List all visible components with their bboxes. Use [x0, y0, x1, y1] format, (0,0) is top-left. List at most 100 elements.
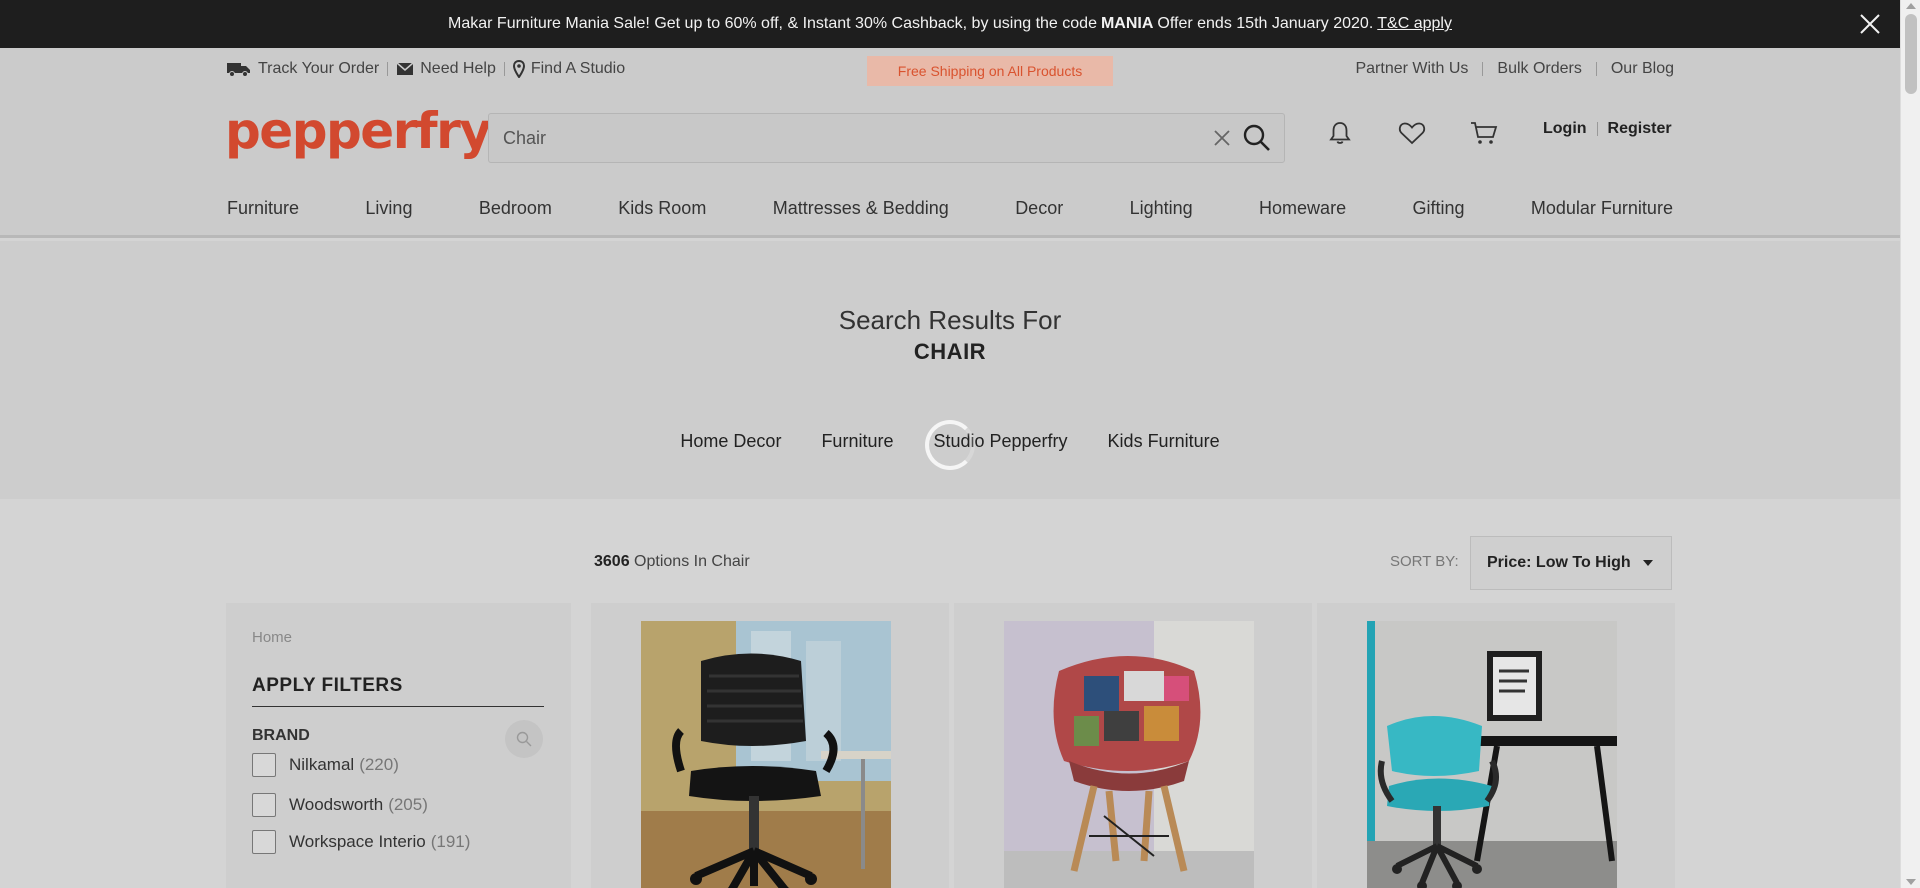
header-icons: [1325, 118, 1541, 148]
sort-value: Price: Low To High: [1487, 554, 1631, 571]
nav-gifting[interactable]: Gifting: [1412, 198, 1464, 219]
product-listing: 3606 Options In Chair SORT BY: Price: Lo…: [0, 499, 1900, 888]
caret-down-icon: [1642, 560, 1653, 566]
loading-spinner-icon: [925, 420, 975, 470]
wishlist-button[interactable]: [1397, 118, 1427, 148]
promo-offer-end: Offer ends 15th January 2020.: [1157, 15, 1374, 32]
subcategory-furniture[interactable]: Furniture: [821, 431, 893, 452]
filter-option[interactable]: Workspace Interio (191): [252, 830, 470, 854]
results-count-label: Options In Chair: [634, 553, 750, 570]
nav-modular-furniture[interactable]: Modular Furniture: [1531, 198, 1673, 219]
filters-title: APPLY FILTERS: [252, 675, 403, 696]
separator: [1596, 122, 1598, 136]
cart-button[interactable]: [1469, 118, 1499, 148]
separator: [387, 62, 389, 76]
nav-kids-room[interactable]: Kids Room: [618, 198, 706, 219]
promo-code: MANIA: [1100, 15, 1154, 32]
filter-option-name: Woodsworth: [289, 795, 384, 814]
nav-furniture[interactable]: Furniture: [227, 198, 299, 219]
results-count: 3606 Options In Chair: [594, 553, 750, 571]
category-nav: Furniture Living Bedroom Kids Room Mattr…: [227, 198, 1673, 219]
separator: [1482, 62, 1484, 76]
tc-apply-link[interactable]: T&C apply: [1377, 15, 1452, 33]
promo-text: Makar Furniture Mania Sale! Get up to 60…: [448, 15, 1097, 32]
search-bar: [488, 113, 1285, 163]
scroll-up-icon[interactable]: [1906, 3, 1916, 9]
teal-office-chair-image: [1367, 621, 1617, 888]
checkbox[interactable]: [252, 753, 276, 777]
utility-links: Track Your Order Need Help Find A Studio: [226, 60, 625, 78]
product-image[interactable]: [1004, 621, 1254, 888]
need-help-label: Need Help: [420, 60, 496, 77]
mail-icon: [396, 62, 414, 75]
partner-link[interactable]: Partner With Us: [1355, 60, 1468, 78]
filter-option-count: (205): [388, 795, 428, 814]
find-studio-label: Find A Studio: [530, 60, 626, 77]
find-studio-link[interactable]: Find A Studio: [512, 60, 626, 78]
location-pin-icon: [512, 60, 525, 78]
product-card[interactable]: [1317, 603, 1675, 888]
filter-option-count: (191): [430, 832, 471, 851]
scrollbar-thumb[interactable]: [1905, 14, 1917, 94]
results-heading: Search Results For: [838, 305, 1062, 335]
free-shipping-badge[interactable]: Free Shipping on All Products: [867, 56, 1113, 86]
filter-panel: Home APPLY FILTERS BRAND Nilkamal (220) …: [226, 603, 571, 888]
filter-option[interactable]: Nilkamal (220): [252, 753, 399, 777]
results-count-number: 3606: [594, 553, 630, 570]
brand-filter-label: BRAND: [252, 727, 310, 744]
site-header: Track Your Order Need Help Find A Studio…: [0, 48, 1900, 238]
clear-icon[interactable]: [1210, 126, 1234, 150]
track-order-link[interactable]: Track Your Order: [226, 60, 379, 78]
bulk-orders-link[interactable]: Bulk Orders: [1497, 60, 1581, 78]
nav-bedroom[interactable]: Bedroom: [479, 198, 552, 219]
notifications-button[interactable]: [1325, 118, 1355, 148]
black-office-chair-image: [641, 621, 891, 888]
nav-living[interactable]: Living: [365, 198, 412, 219]
truck-icon: [227, 63, 250, 77]
search-icon: [516, 731, 532, 747]
promo-banner: Makar Furniture Mania Sale! Get up to 60…: [0, 0, 1900, 48]
page-scrollbar[interactable]: [1900, 0, 1920, 888]
checkbox[interactable]: [252, 830, 276, 854]
site-logo[interactable]: pepperfry: [225, 106, 492, 156]
auth-links: Login Register: [1543, 120, 1672, 138]
sort-label: SORT BY:: [1390, 553, 1459, 570]
nav-mattresses-bedding[interactable]: Mattresses & Bedding: [773, 198, 949, 219]
product-image[interactable]: [1367, 621, 1617, 888]
scroll-down-icon[interactable]: [1906, 879, 1916, 885]
filter-option[interactable]: Woodsworth (205): [252, 793, 428, 817]
nav-decor[interactable]: Decor: [1015, 198, 1063, 219]
need-help-link[interactable]: Need Help: [396, 60, 496, 78]
search-results-header: Search Results For CHAIR Home Decor Furn…: [0, 241, 1900, 499]
track-order-label: Track Your Order: [258, 60, 380, 77]
heart-icon: [1398, 122, 1426, 145]
subcategory-home-decor[interactable]: Home Decor: [680, 431, 781, 452]
results-term: CHAIR: [913, 339, 987, 364]
product-card[interactable]: [591, 603, 949, 888]
divider: [252, 706, 544, 707]
search-input[interactable]: [489, 114, 1210, 162]
checkbox[interactable]: [252, 793, 276, 817]
patchwork-chair-image: [1004, 621, 1254, 888]
separator: [503, 62, 505, 76]
filter-option-name: Nilkamal: [289, 755, 355, 774]
cart-icon: [1471, 122, 1498, 144]
sort-dropdown[interactable]: Price: Low To High: [1470, 536, 1672, 590]
login-link[interactable]: Login: [1543, 120, 1587, 138]
product-image[interactable]: [641, 621, 891, 888]
filter-option-name: Workspace Interio: [289, 832, 426, 851]
nav-homeware[interactable]: Homeware: [1259, 198, 1346, 219]
right-utility-links: Partner With Us Bulk Orders Our Blog: [1355, 60, 1674, 78]
subcategory-kids-furniture[interactable]: Kids Furniture: [1108, 431, 1220, 452]
register-link[interactable]: Register: [1608, 120, 1672, 138]
nav-lighting[interactable]: Lighting: [1130, 198, 1193, 219]
close-icon[interactable]: [1858, 12, 1882, 36]
filter-option-count: (220): [359, 755, 399, 774]
blog-link[interactable]: Our Blog: [1611, 60, 1674, 78]
separator: [1595, 62, 1597, 76]
search-icon[interactable]: [1242, 123, 1272, 153]
breadcrumb[interactable]: Home: [252, 629, 292, 646]
product-card[interactable]: [954, 603, 1312, 888]
bell-icon: [1329, 122, 1351, 144]
brand-search-button[interactable]: [505, 720, 543, 758]
